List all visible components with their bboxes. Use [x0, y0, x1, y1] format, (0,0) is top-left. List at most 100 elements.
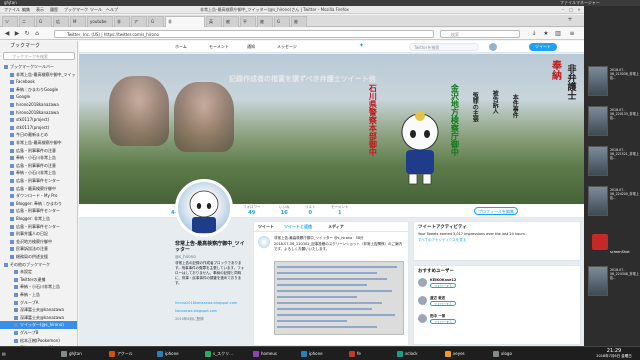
twitter-bird-icon[interactable]: ✦ — [359, 42, 364, 49]
nav-moments[interactable]: モーメント — [209, 44, 229, 50]
profile-name[interactable]: 非常上告-最高検察庁御中_ツイッター — [175, 241, 245, 253]
tab[interactable]: 被 — [223, 16, 239, 27]
tweet[interactable]: 非常上告-最高検察庁御中_ツイッター @s_hirono · 58分 2018-… — [254, 233, 408, 343]
bookmark-label: 広島・最高検察庁御中 — [16, 185, 56, 191]
bookmarks-icon[interactable]: ★ — [542, 30, 550, 38]
tweet-avatar[interactable] — [258, 236, 270, 248]
taskbar-app[interactable]: xclock — [396, 349, 418, 359]
edit-profile-button[interactable]: プロフィールを編集 — [474, 207, 518, 215]
analytics-link[interactable]: すべてのアナリティクスを見る — [414, 237, 580, 244]
tab[interactable]: G — [36, 16, 52, 27]
maximize-icon[interactable]: □ — [568, 7, 574, 13]
bookmark-icon — [4, 262, 8, 267]
desktop-file-thumbnail[interactable] — [588, 146, 608, 176]
tab[interactable]: G — [148, 16, 164, 27]
tab-tweets-replies[interactable]: ツイートと返信 — [284, 224, 312, 230]
hamburger-menu-icon[interactable]: ≡ — [568, 30, 576, 38]
screenshot-label[interactable]: screenShot — [610, 250, 630, 254]
tab-tweets[interactable]: ツイート — [258, 224, 274, 230]
tweet-button[interactable]: ツイート — [529, 43, 557, 51]
taskbar-app[interactable]: xeyes — [444, 349, 465, 359]
taskbar-app[interactable]: homeus — [252, 349, 277, 359]
menu-tools[interactable]: ツール — [90, 7, 102, 13]
taskbar-app[interactable]: ghjtan — [60, 349, 82, 359]
tab[interactable]: M — [70, 16, 86, 27]
menu-bookmarks[interactable]: ブックマーク — [64, 7, 88, 13]
tab[interactable]: ツ — [2, 16, 18, 27]
tab[interactable]: ア — [131, 16, 147, 27]
tab[interactable]: ニ — [19, 16, 35, 27]
menu-edit[interactable]: 編集 — [22, 7, 30, 13]
follow-button[interactable]: フォローする — [430, 319, 456, 324]
tab[interactable]: 広 — [53, 16, 69, 27]
menu-help[interactable]: ヘルプ — [106, 7, 118, 13]
screenshot-app-icon[interactable] — [592, 234, 608, 250]
back-icon[interactable]: ◀ — [3, 30, 11, 38]
taskbar-app[interactable]: s_スクリ... — [204, 349, 233, 359]
recommended-user[interactable]: 田中 一郎 フォローする — [418, 314, 578, 324]
banner-column-text: 本件事件 — [511, 94, 519, 118]
clock[interactable]: 21:29 2018年7月6日 金曜日 — [590, 348, 638, 359]
menu-history[interactable]: 履歴 — [50, 7, 58, 13]
home-icon[interactable]: ⌂ — [33, 30, 41, 38]
taskbar-app[interactable]: xlogo — [492, 349, 512, 359]
menu-view[interactable]: 表示 — [36, 7, 44, 13]
tab[interactable]: 平 — [240, 16, 256, 27]
nav-messages[interactable]: メッセージ — [277, 44, 297, 50]
taskbar-app[interactable]: iphone — [156, 349, 179, 359]
close-icon[interactable]: × — [576, 7, 582, 13]
nav-home[interactable]: ホーム — [175, 44, 187, 50]
stat-lists[interactable]: リスト 0 — [305, 205, 316, 216]
bookmark-label: 広島・刑事事件センター — [16, 223, 60, 229]
start-menu-icon[interactable]: ▤ — [2, 349, 12, 359]
recommended-user[interactable]: KEIKOKase12 フォローする — [418, 278, 578, 288]
desktop-file-thumbnail[interactable] — [588, 186, 608, 216]
desktop-file-thumbnail[interactable] — [588, 266, 608, 296]
tab[interactable]: 被 — [291, 16, 307, 27]
profile-link[interactable]: kanazawa.blogspot.com — [175, 309, 247, 313]
taskbar-app[interactable]: fe — [348, 349, 361, 359]
url-bar[interactable]: Twitter, Inc. (US) | https://twitter.com… — [54, 30, 434, 38]
follow-button[interactable]: フォローする — [430, 301, 456, 306]
desktop-file-label[interactable]: 2018-07-06_215036_非常上告... — [610, 68, 640, 80]
tab-active[interactable]: 非 — [165, 16, 205, 27]
tab[interactable]: 英 — [206, 16, 222, 27]
stat-likes[interactable]: いいね 16 — [279, 205, 290, 216]
tab[interactable]: 被 — [257, 16, 273, 27]
taskbar-app-label: iphone — [309, 351, 323, 356]
minimize-icon[interactable]: – — [560, 7, 566, 13]
desktop-file-label[interactable]: 2018-07-06_220133_非常上告... — [610, 108, 640, 120]
download-icon[interactable]: ↓ — [530, 30, 538, 38]
new-tab-icon[interactable]: + — [566, 16, 574, 24]
user-avatar-icon[interactable] — [489, 43, 497, 51]
tab[interactable]: G — [274, 16, 290, 27]
stat-moments[interactable]: モーメント 1 — [331, 205, 348, 216]
desktop-file-label[interactable]: 2018-07-06_224200_非常上告... — [610, 188, 640, 200]
nav-notifications[interactable]: 通知 — [247, 44, 255, 50]
desktop-area: 2018-07-06_215036_非常上告... 2018-07-06_220… — [584, 6, 640, 346]
tweet-media-screenshot[interactable] — [274, 261, 404, 335]
stat-value: 0 — [308, 210, 312, 216]
desktop-file-thumbnail[interactable] — [588, 106, 608, 136]
follow-button[interactable]: フォローする — [430, 283, 456, 288]
desktop-file-label[interactable]: 2018-07-06_221521_非常上告... — [610, 148, 640, 160]
desktop-file-thumbnail[interactable] — [588, 66, 608, 96]
stat-followers[interactable]: フォロワー 49 — [243, 205, 261, 216]
profile-link[interactable]: hirono2018kanazawa.blogspot.com — [175, 301, 247, 305]
menu-file[interactable]: ファイル — [4, 7, 20, 13]
recommended-user[interactable]: 渡辺 敦志 フォローする — [418, 296, 578, 306]
bookmark-icon — [10, 141, 14, 145]
bookmark-icon — [10, 148, 14, 153]
library-icon[interactable]: ▥ — [554, 30, 562, 38]
desktop-file-label[interactable]: 2018-07-06_224348_非常上告... — [610, 268, 640, 280]
browser-search-input[interactable]: 検索 — [440, 30, 520, 38]
tab-media[interactable]: メディア — [328, 224, 344, 230]
taskbar-app[interactable]: アクール — [108, 349, 133, 359]
taskbar-app[interactable]: iphone — [300, 349, 323, 359]
reload-icon[interactable]: ↻ — [23, 30, 31, 38]
twitter-search-input[interactable]: Twitterを検索 — [409, 43, 479, 51]
tab[interactable]: 非 — [114, 16, 130, 27]
bookmark-search-input[interactable]: ブックマークを検索 — [3, 52, 75, 60]
tab[interactable]: youtube — [87, 16, 113, 27]
forward-icon[interactable]: ▶ — [13, 30, 21, 38]
